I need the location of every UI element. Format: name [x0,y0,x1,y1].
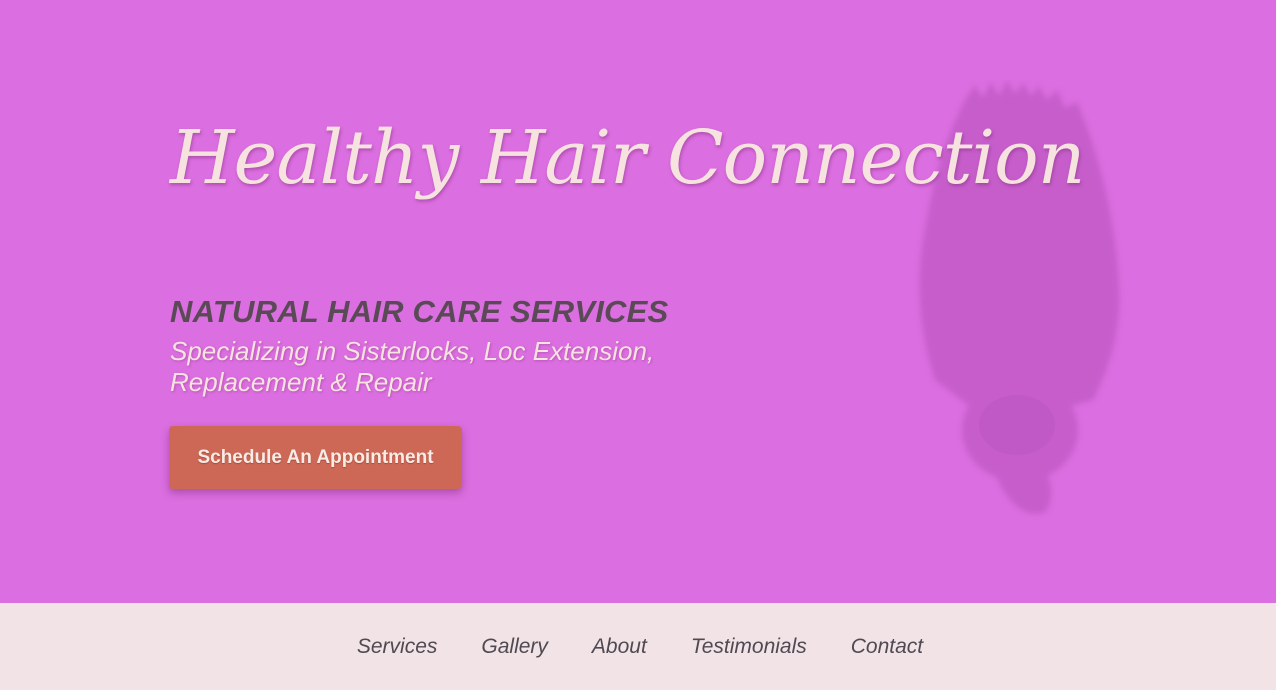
nav-item-gallery: Gallery [481,635,548,659]
nav-item-about: About [592,635,647,659]
schedule-appointment-button[interactable]: Schedule An Appointment [169,426,462,489]
services-headline: NATURAL HAIR CARE SERVICES [170,294,669,329]
footer-nav: Services Gallery About Testimonials Cont… [0,603,1276,690]
nav-item-testimonials: Testimonials [691,635,807,659]
nav-link-about[interactable]: About [592,635,647,658]
nav-link-contact[interactable]: Contact [851,635,923,658]
nav-list: Services Gallery About Testimonials Cont… [0,603,1276,690]
nav-link-gallery[interactable]: Gallery [481,635,548,658]
brand-title: Healthy Hair Connection [170,115,1085,201]
nav-link-testimonials[interactable]: Testimonials [691,635,807,658]
specialty-subheadline: Specializing in Sisterlocks, Loc Extensi… [170,336,655,397]
hero-section: Healthy Hair Connection NATURAL HAIR CAR… [0,0,1276,603]
nav-link-services[interactable]: Services [357,635,438,658]
nav-item-services: Services [357,635,438,659]
nav-item-contact: Contact [851,635,923,659]
